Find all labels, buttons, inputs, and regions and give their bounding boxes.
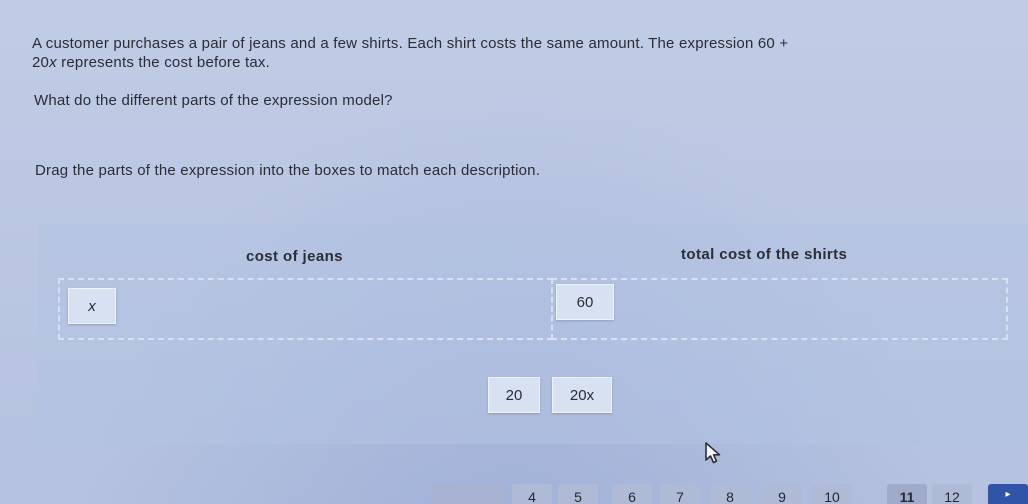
question-line-1: A customer purchases a pair of jeans and… — [32, 35, 789, 52]
next-arrow-icon: ▸ — [1005, 489, 1011, 500]
question-text: A customer purchases a pair of jeans and… — [32, 34, 1007, 72]
next-page-button[interactable]: ▸ — [988, 484, 1028, 504]
draggable-tile-x[interactable]: x — [68, 288, 116, 324]
pagination-bar: 4 5 6 7 8 9 10 11 12 ▸ — [432, 484, 1028, 504]
drop-zone-total-cost-of-shirts[interactable] — [551, 278, 1008, 340]
mouse-pointer-icon — [705, 442, 721, 464]
draggable-tile-20x[interactable]: 20x — [552, 377, 612, 413]
page-button-5[interactable]: 5 — [558, 484, 598, 504]
page-button-9[interactable]: 9 — [762, 484, 802, 504]
question-prompt: What do the different parts of the expre… — [34, 92, 393, 109]
question-expr-coefficient: 20 — [32, 54, 50, 71]
page-button-10[interactable]: 10 — [812, 484, 852, 504]
question-expr-variable: x — [49, 54, 57, 71]
column-header-cost-of-jeans: cost of jeans — [246, 248, 343, 265]
page-button-11-current[interactable]: 11 — [887, 484, 927, 504]
column-header-total-cost-of-shirts: total cost of the shirts — [681, 246, 848, 263]
tile-20x-text: 20x — [569, 386, 595, 404]
page-button-7[interactable]: 7 — [660, 484, 700, 504]
page-button-8[interactable]: 8 — [710, 484, 750, 504]
page-button-6[interactable]: 6 — [612, 484, 652, 504]
page-button-4[interactable]: 4 — [512, 484, 552, 504]
page-button-12[interactable]: 12 — [932, 484, 972, 504]
drop-zone-cost-of-jeans[interactable] — [58, 278, 553, 340]
page-button-blank[interactable] — [432, 484, 504, 504]
draggable-tile-20[interactable]: 20 — [488, 377, 540, 413]
question-line-2: represents the cost before tax. — [56, 54, 270, 71]
draggable-tile-60[interactable]: 60 — [556, 284, 614, 320]
instruction-text: Drag the parts of the expression into th… — [35, 162, 541, 179]
